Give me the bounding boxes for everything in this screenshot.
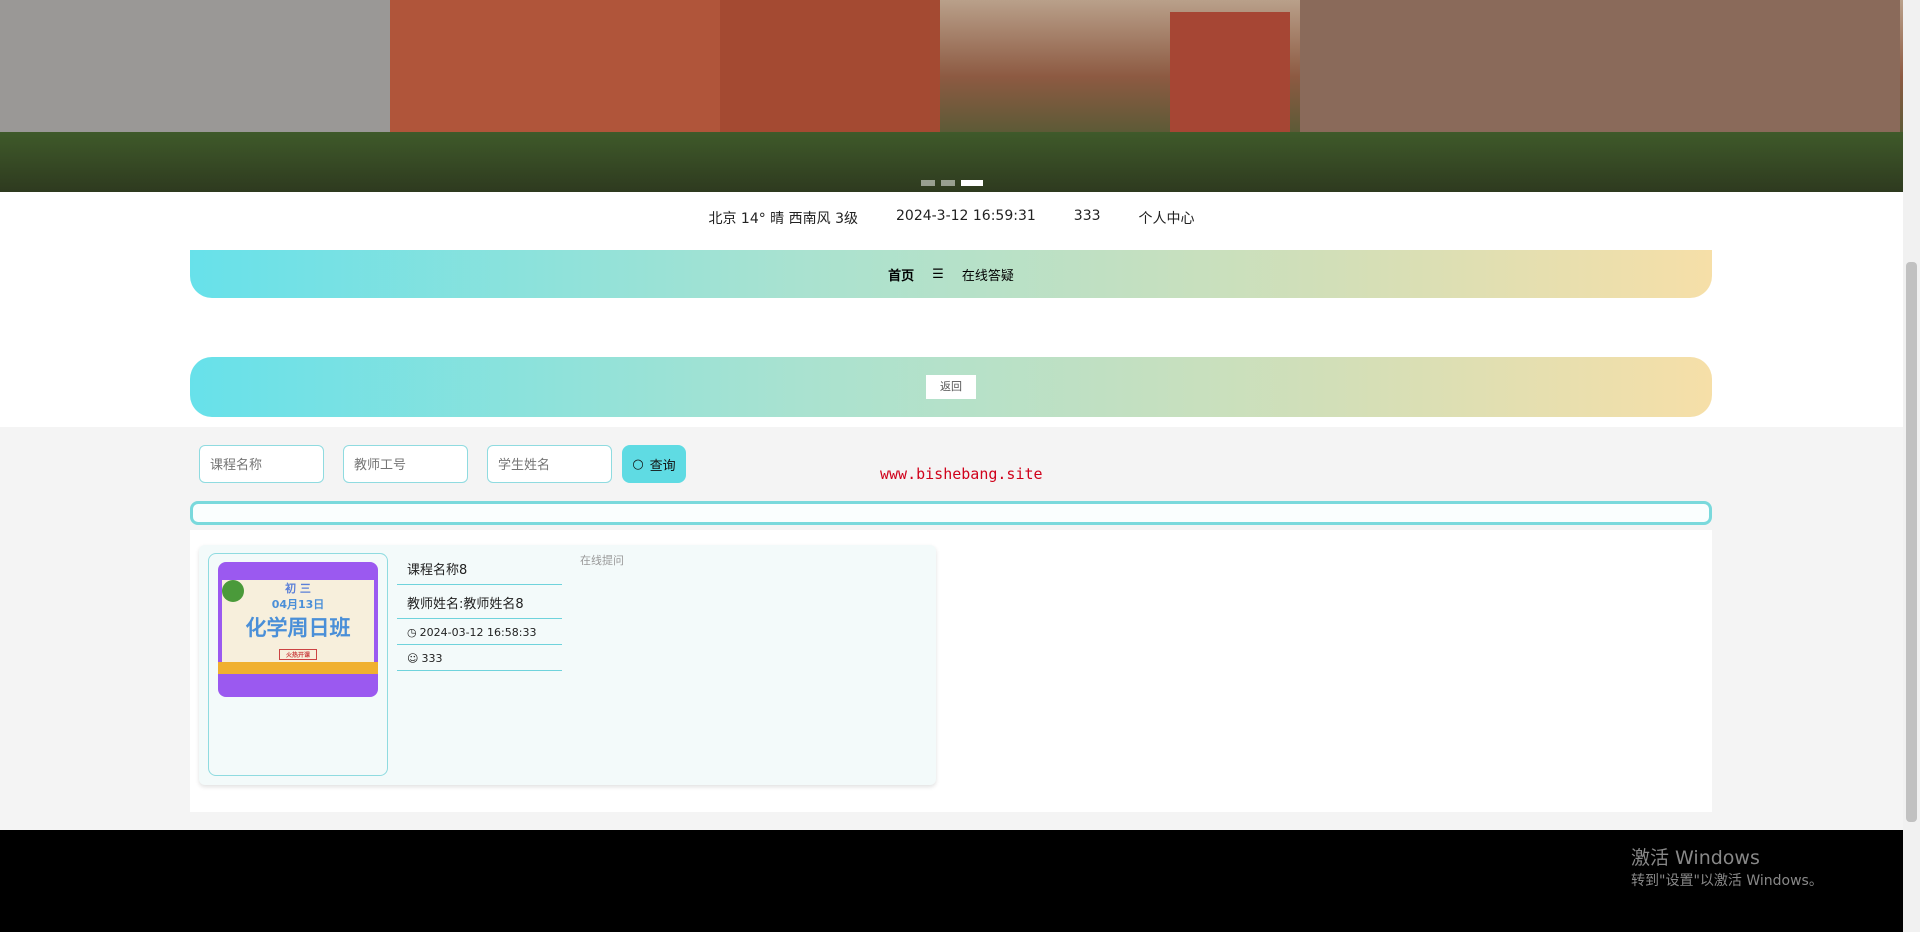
user-row: ☺ 333 [397, 646, 562, 671]
username[interactable]: 333 [1074, 208, 1101, 228]
carousel-indicators[interactable] [921, 180, 983, 186]
teacher-name: 教师姓名:教师姓名8 [397, 587, 562, 619]
datetime: 2024-3-12 16:59:31 [896, 208, 1036, 224]
school-logo [222, 580, 244, 602]
footer [0, 830, 1903, 932]
scrollbar-thumb[interactable] [1906, 262, 1917, 822]
course-name-input[interactable] [199, 445, 324, 483]
profile-link[interactable]: 个人中心 [1139, 208, 1195, 228]
info-bar: 北京 14° 晴 西南风 3级 2024-3-12 16:59:31 333 个… [0, 208, 1903, 228]
user-icon: ☺ [407, 651, 419, 665]
windows-activation-hint: 转到"设置"以激活 Windows。 [1631, 873, 1823, 889]
search-icon: ○ [632, 456, 644, 472]
weather: 北京 14° 晴 西南风 3级 [708, 211, 858, 227]
menu-icon: ☰ [932, 266, 944, 282]
nav-home[interactable]: 首页 [888, 265, 914, 284]
course-poster-image[interactable]: 初 三 04月13日 化学周日班 火热开课 [218, 562, 378, 697]
filter-bar [190, 501, 1712, 525]
carousel-dot[interactable] [921, 180, 935, 186]
ask-question-link[interactable]: 在线提问 [580, 552, 624, 568]
back-button[interactable]: 返回 [926, 375, 976, 399]
course-name: 课程名称8 [397, 553, 562, 585]
campus-banner [0, 0, 1903, 192]
site-watermark: www.bishebang.site [880, 465, 1043, 483]
nav-current[interactable]: 在线答疑 [962, 265, 1014, 284]
search-button[interactable]: ○ 查询 [622, 445, 686, 483]
time-row: ◷ 2024-03-12 16:58:33 [397, 620, 562, 645]
breadcrumb-nav: 首页 ☰ 在线答疑 [190, 250, 1712, 298]
clock-icon: ◷ [407, 625, 417, 639]
windows-activation-title: 激活 Windows [1631, 847, 1760, 869]
carousel-dot[interactable] [941, 180, 955, 186]
teacher-id-input[interactable] [343, 445, 468, 483]
carousel-dot-active[interactable] [961, 180, 983, 186]
student-name-input[interactable] [487, 445, 612, 483]
